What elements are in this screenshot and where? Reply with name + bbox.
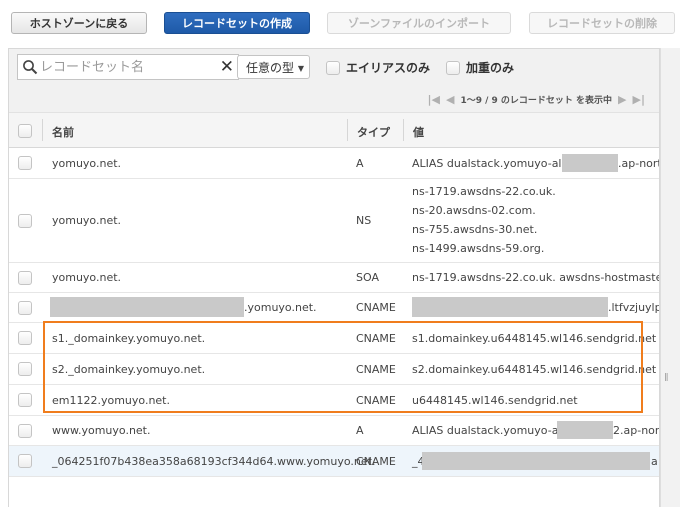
record-type: A — [356, 424, 364, 437]
table-row[interactable]: yomuyo.net. NS ns-1719.awsdns-22.co.uk. … — [9, 179, 659, 263]
record-type: CNAME — [356, 332, 396, 345]
row-checkbox[interactable] — [18, 301, 32, 315]
table-row[interactable]: em1122.yomuyo.net. CNAME u6448145.wl146.… — [9, 385, 659, 416]
weighted-only-filter[interactable]: 加重のみ — [446, 59, 514, 76]
table-row[interactable]: .yomuyo.net. CNAME .ltfvzjuylp.a — [9, 293, 659, 323]
back-to-hosted-zones-button[interactable]: ホストゾーンに戻る — [11, 12, 147, 34]
redacted-block — [557, 421, 613, 439]
first-page-icon[interactable]: |◀ — [427, 93, 439, 106]
record-value: .ap-north — [618, 157, 659, 170]
redacted-block — [50, 297, 244, 317]
import-zone-file-button[interactable]: ゾーンファイルのインポート — [327, 12, 511, 34]
column-separator — [42, 119, 43, 141]
record-value: .ltfvzjuylp.a — [608, 301, 659, 314]
record-value: a — [651, 455, 658, 468]
record-type: SOA — [356, 271, 379, 284]
record-name: s2._domainkey.yomuyo.net. — [52, 363, 206, 376]
record-type: NS — [356, 214, 372, 227]
weighted-only-label: 加重のみ — [466, 61, 515, 75]
row-checkbox[interactable] — [18, 331, 32, 345]
record-sets-panel: ✕ 任意の型 ▼ エイリアスのみ 加重のみ |◀ ◀ 1～9 / 9 のレコード… — [8, 48, 660, 507]
redacted-block — [422, 452, 650, 470]
record-type: CNAME — [356, 455, 396, 468]
scrollbar[interactable] — [660, 48, 680, 507]
alias-only-label: エイリアスのみ — [346, 61, 431, 75]
record-value: 2.ap-north — [613, 424, 660, 437]
delete-record-set-button[interactable]: レコードセットの削除 — [529, 12, 675, 34]
table-row[interactable]: s2._domainkey.yomuyo.net. CNAME s2.domai… — [9, 354, 659, 385]
select-all-checkbox[interactable] — [18, 124, 32, 138]
record-type: A — [356, 157, 364, 170]
redacted-block — [562, 154, 618, 172]
record-value: ns-755.awsdns-30.net. — [412, 223, 538, 236]
pagination: |◀ ◀ 1～9 / 9 のレコードセット を表示中 ▶ ▶| — [427, 93, 645, 106]
table-row[interactable]: yomuyo.net. A ALIAS dualstack.yomuyo-alb… — [9, 148, 659, 179]
row-checkbox[interactable] — [18, 214, 32, 228]
weighted-only-checkbox[interactable] — [446, 60, 460, 75]
record-name: yomuyo.net. — [52, 214, 122, 227]
pagination-text: 1～9 / 9 のレコードセット を表示中 — [460, 96, 613, 106]
column-separator — [403, 119, 404, 141]
column-header-type[interactable]: タイプ — [357, 124, 390, 140]
record-value: s2.domainkey.u6448145.wl146.sendgrid.net — [412, 363, 657, 376]
record-name: s1._domainkey.yomuyo.net. — [52, 332, 206, 345]
record-value: ALIAS dualstack.yomuyo-alb-1 — [412, 157, 580, 170]
alias-only-checkbox[interactable] — [326, 60, 340, 75]
record-name: _064251f07b438ea358a68193cf344d64.www.yo… — [52, 455, 376, 468]
create-record-set-button[interactable]: レコードセットの作成 — [164, 12, 310, 34]
redacted-block — [412, 297, 608, 317]
row-checkbox[interactable] — [18, 271, 32, 285]
table-row[interactable]: www.yomuyo.net. A ALIAS dualstack.yomuyo… — [9, 416, 659, 446]
next-page-icon[interactable]: ▶ — [618, 93, 626, 106]
column-header-name[interactable]: 名前 — [52, 124, 74, 140]
record-name: yomuyo.net. — [52, 157, 122, 170]
record-name: em1122.yomuyo.net. — [52, 394, 170, 407]
row-checkbox[interactable] — [18, 454, 32, 468]
record-value: u6448145.wl146.sendgrid.net — [412, 394, 578, 407]
record-set-name-input[interactable] — [40, 57, 210, 77]
record-value: ns-20.awsdns-02.com. — [412, 204, 536, 217]
record-type: CNAME — [356, 301, 396, 314]
chevron-down-icon: ▼ — [297, 64, 304, 73]
row-checkbox[interactable] — [18, 424, 32, 438]
type-select-value: 任意の型 — [246, 60, 295, 75]
record-value: ns-1719.awsdns-22.co.uk. awsdns-hostmast… — [412, 271, 659, 284]
record-name: yomuyo.net. — [52, 271, 122, 284]
table-row[interactable]: yomuyo.net. SOA ns-1719.awsdns-22.co.uk.… — [9, 263, 659, 293]
record-value: ALIAS dualstack.yomuyo-alb- — [412, 424, 573, 437]
column-separator — [347, 119, 348, 141]
last-page-icon[interactable]: ▶| — [633, 93, 645, 106]
search-icon — [22, 59, 38, 75]
clear-icon[interactable]: ✕ — [220, 57, 234, 77]
filter-bar: ✕ 任意の型 ▼ エイリアスのみ 加重のみ |◀ ◀ 1～9 / 9 のレコード… — [9, 49, 659, 112]
prev-page-icon[interactable]: ◀ — [446, 93, 454, 106]
search-box[interactable]: ✕ — [17, 54, 239, 80]
toolbar: ホストゾーンに戻る レコードセットの作成 ゾーンファイルのインポート レコードセ… — [0, 0, 680, 44]
column-header-value[interactable]: 値 — [413, 124, 424, 140]
record-name: www.yomuyo.net. — [52, 424, 151, 437]
table-header: 名前 タイプ 値 — [9, 112, 659, 148]
record-value: s1.domainkey.u6448145.wl146.sendgrid.net — [412, 332, 657, 345]
row-checkbox[interactable] — [18, 362, 32, 376]
alias-only-filter[interactable]: エイリアスのみ — [326, 59, 430, 76]
type-select[interactable]: 任意の型 ▼ — [237, 55, 310, 79]
row-checkbox[interactable] — [18, 156, 32, 170]
record-name: .yomuyo.net. — [244, 301, 317, 314]
record-value: ns-1499.awsdns-59.org. — [412, 242, 545, 255]
record-type: CNAME — [356, 394, 396, 407]
resize-handle-icon[interactable]: || — [664, 372, 669, 381]
table-row[interactable]: _064251f07b438ea358a68193cf344d64.www.yo… — [9, 446, 659, 477]
record-value: ns-1719.awsdns-22.co.uk. — [412, 185, 556, 198]
row-checkbox[interactable] — [18, 393, 32, 407]
record-type: CNAME — [356, 363, 396, 376]
table-row[interactable]: s1._domainkey.yomuyo.net. CNAME s1.domai… — [9, 323, 659, 354]
